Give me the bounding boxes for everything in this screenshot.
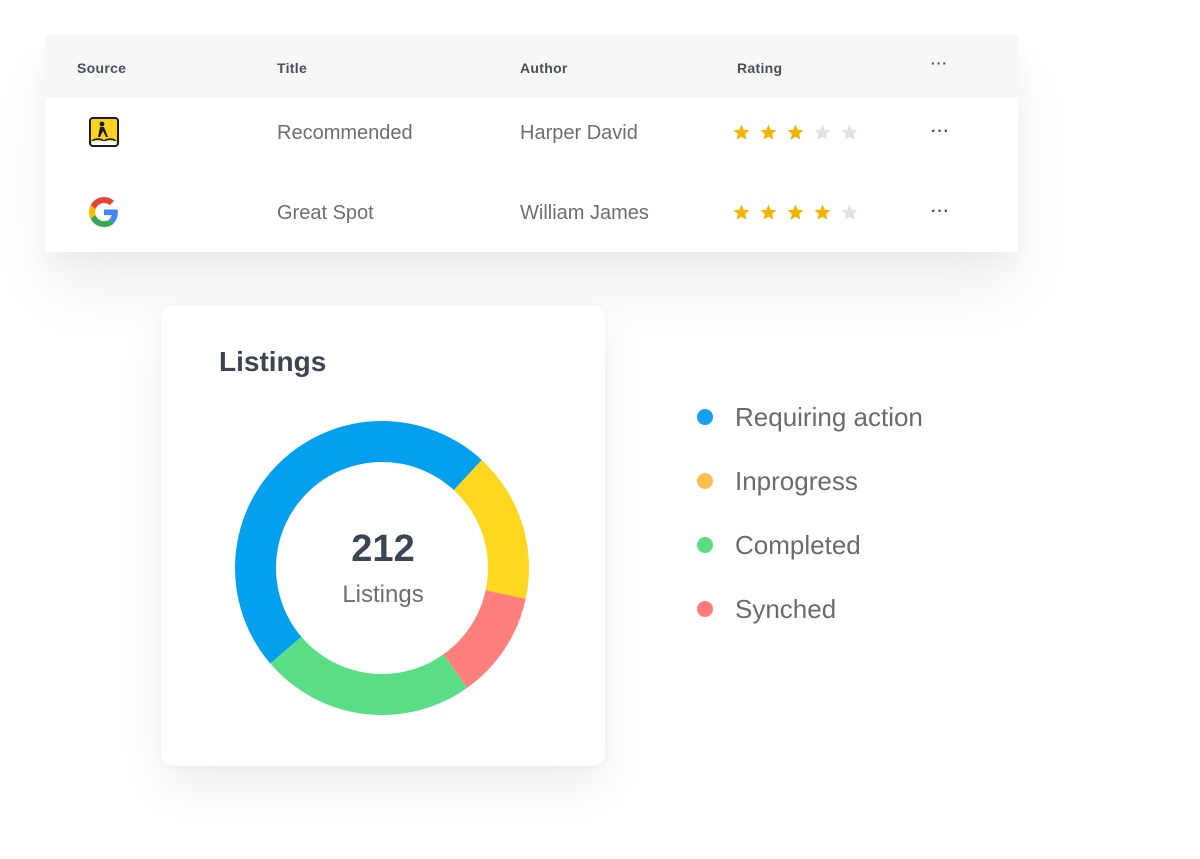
- total-listings-label: Listings: [342, 581, 424, 608]
- legend-label: Synched: [735, 594, 837, 624]
- donut-segment-completed[interactable]: [270, 636, 468, 715]
- legend-label: Requiring action: [735, 402, 923, 432]
- header-more-button[interactable]: ···: [931, 55, 948, 71]
- yellow-pages-icon: [89, 117, 119, 147]
- star-empty-icon: [814, 124, 831, 140]
- star-empty-icon: [841, 204, 858, 220]
- legend-dot-icon: [697, 537, 713, 553]
- legend-dot-icon: [697, 473, 713, 489]
- star-filled-icon: [760, 204, 777, 220]
- row-author: Harper David: [520, 122, 638, 144]
- reviews-table: Source Title Author Rating ··· Recommend…: [45, 35, 1018, 252]
- star-rating: [732, 203, 859, 222]
- google-icon: [89, 197, 119, 227]
- header-source: Source: [77, 60, 127, 76]
- legend-label: Completed: [735, 530, 861, 560]
- star-filled-icon: [814, 204, 831, 220]
- row-title: Recommended: [277, 122, 413, 144]
- card-title: Listings: [219, 346, 327, 377]
- star-filled-icon: [733, 124, 750, 140]
- legend-dot-icon: [697, 409, 713, 425]
- header-title: Title: [277, 60, 308, 76]
- header-rating: Rating: [737, 60, 783, 76]
- star-filled-icon: [760, 124, 777, 140]
- table-row[interactable]: Great Spot William James ···: [45, 173, 1018, 253]
- listings-card: Listings 212 Listings: [161, 306, 605, 766]
- star-filled-icon: [787, 204, 804, 220]
- row-more-button[interactable]: ···: [931, 203, 950, 221]
- star-rating: [732, 123, 859, 142]
- table-header: Source Title Author Rating ···: [45, 35, 1018, 98]
- row-author: William James: [520, 202, 649, 224]
- star-empty-icon: [841, 124, 858, 140]
- legend-label: Inprogress: [735, 466, 858, 496]
- row-more-button[interactable]: ···: [931, 123, 950, 141]
- total-listings-value: 212: [351, 528, 415, 570]
- table-row[interactable]: Recommended Harper David ···: [45, 93, 1018, 173]
- star-filled-icon: [787, 124, 804, 140]
- legend-dot-icon: [697, 601, 713, 617]
- header-author: Author: [520, 60, 568, 76]
- row-title: Great Spot: [277, 202, 374, 224]
- star-filled-icon: [733, 204, 750, 220]
